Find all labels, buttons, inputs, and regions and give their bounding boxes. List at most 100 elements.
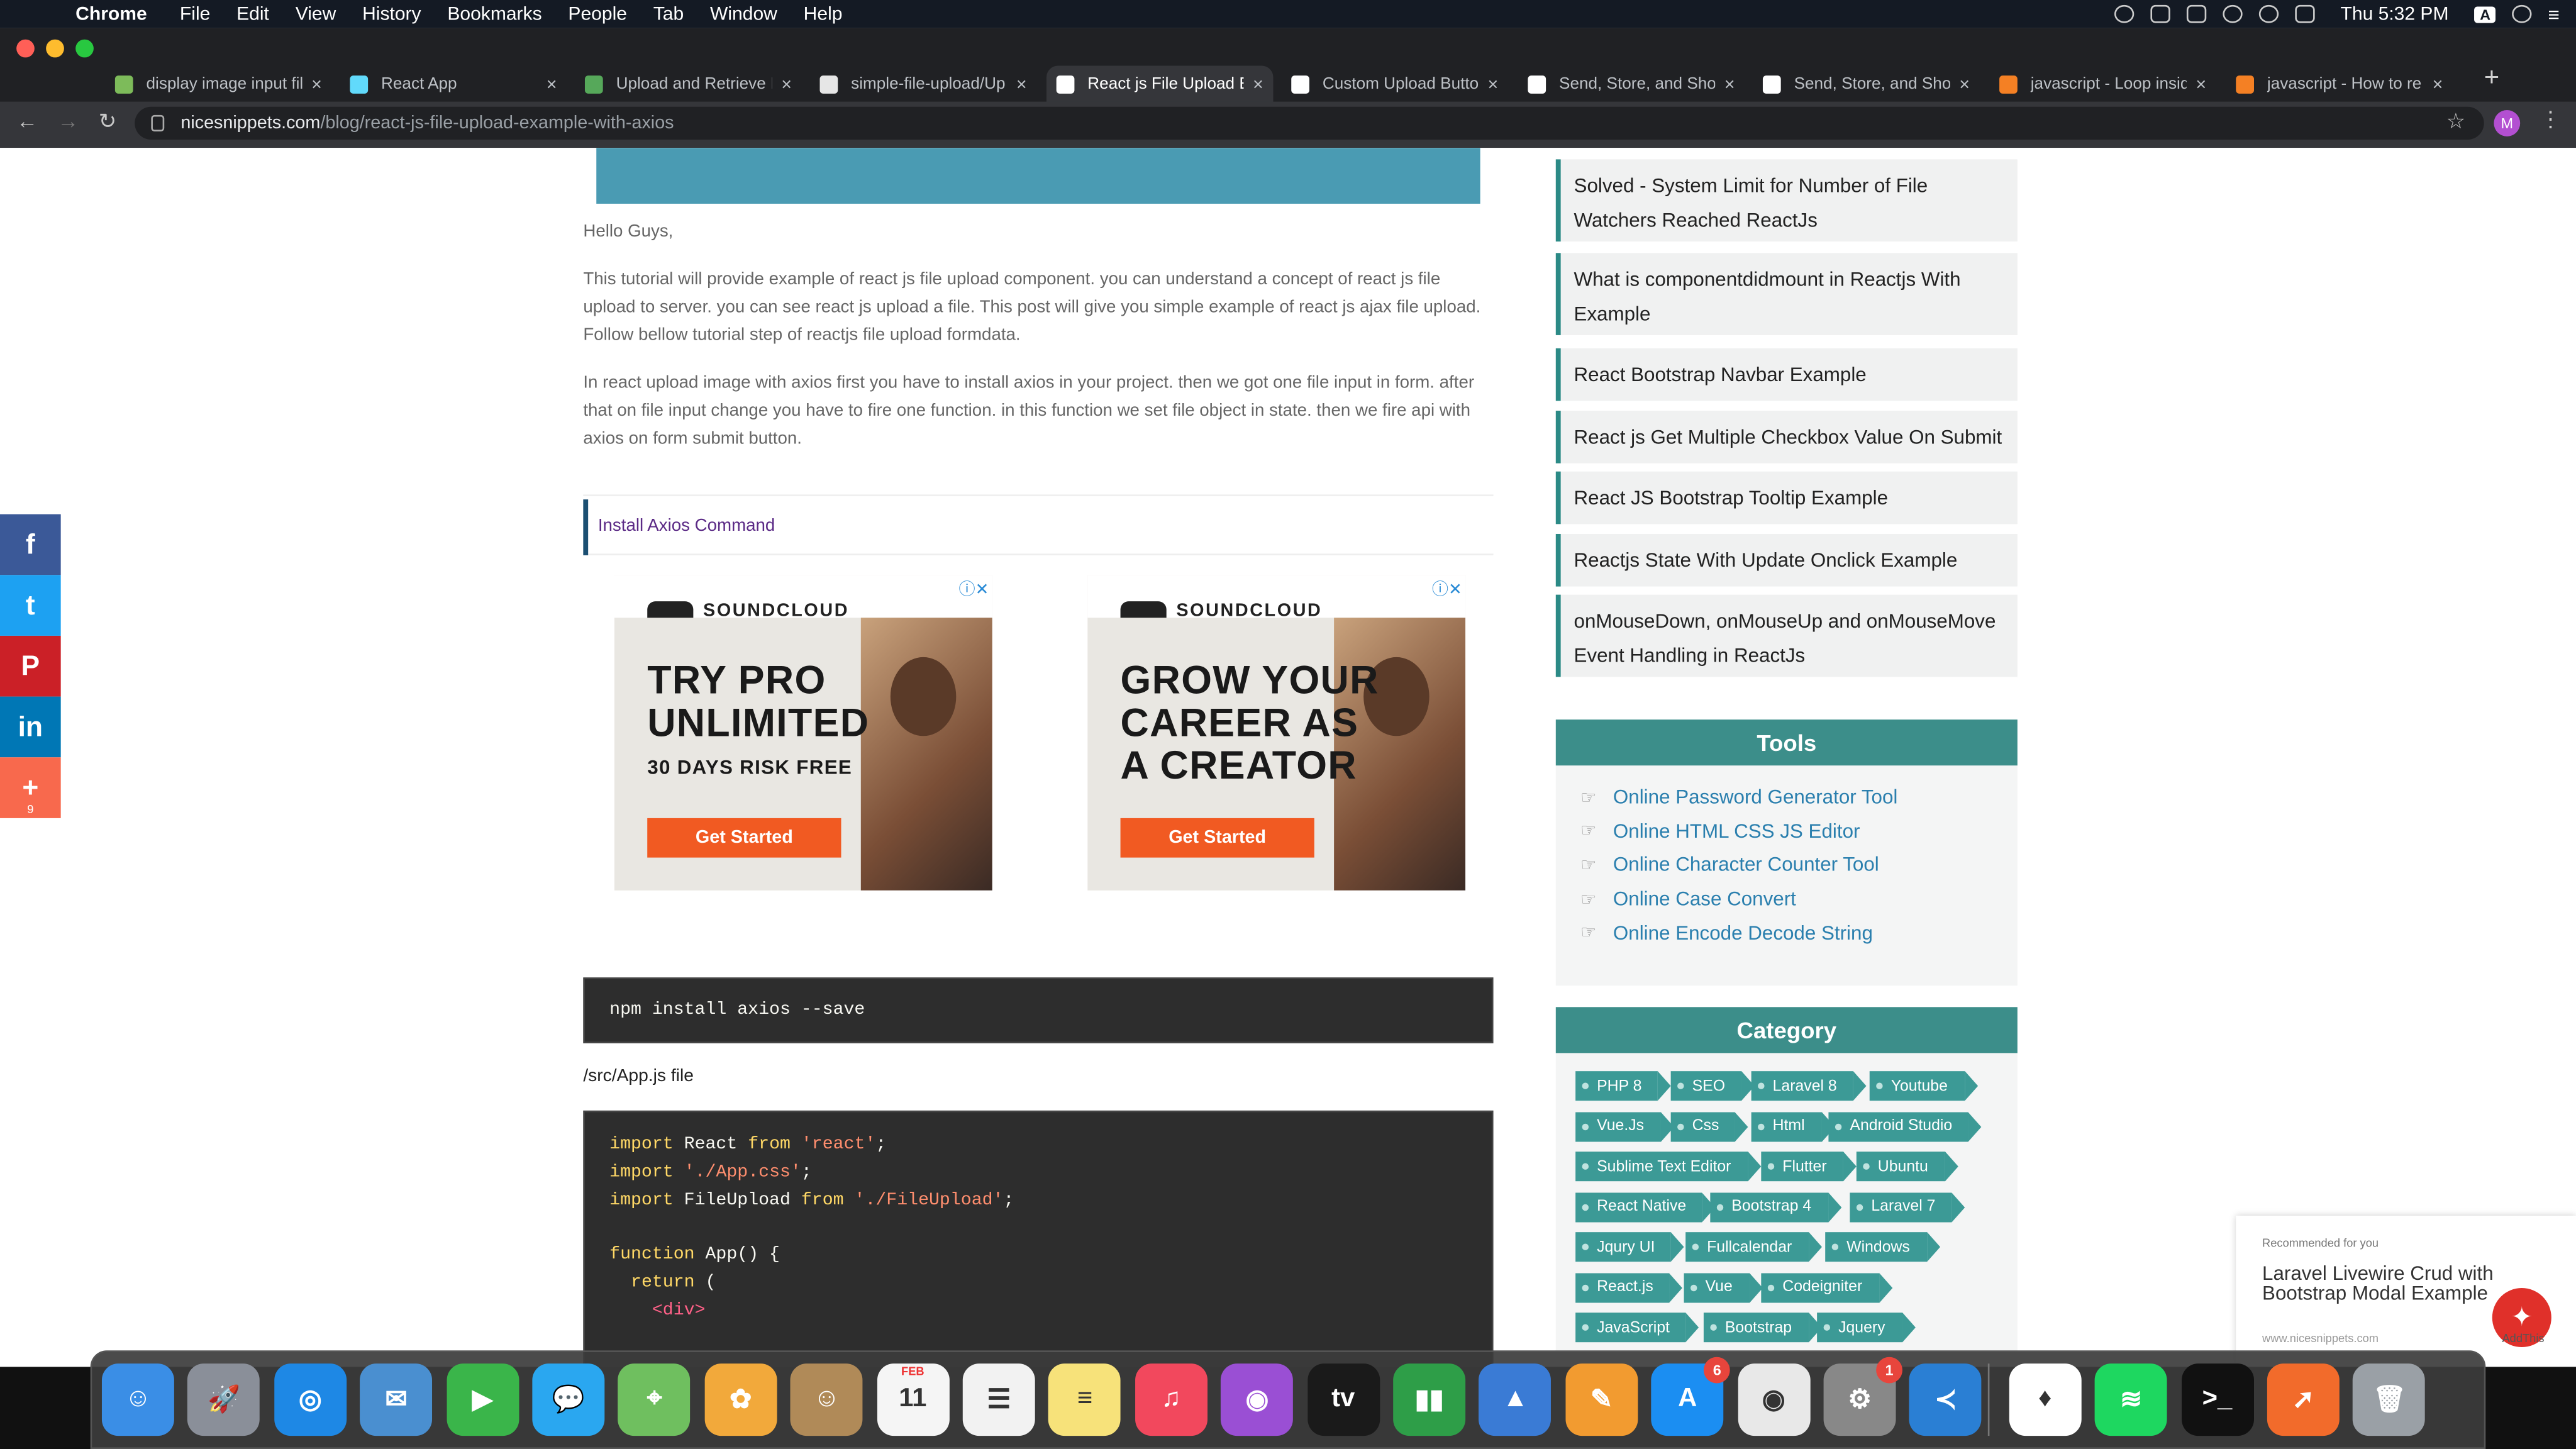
category-tag[interactable]: Flutter [1761,1152,1857,1182]
app-store-icon[interactable]: A6 [1651,1357,1731,1436]
screen-share-icon[interactable] [2185,4,2206,23]
back-arrow-icon[interactable]: ← [16,108,38,133]
category-tag[interactable]: Bootstrap [1703,1313,1821,1343]
volume-icon[interactable] [2294,4,2314,23]
close-tab-icon[interactable]: × [1724,75,1735,94]
category-tag[interactable]: Sublime Text Editor [1575,1152,1760,1182]
category-tag[interactable]: Ubuntu [1856,1152,1957,1182]
close-tab-icon[interactable]: × [547,75,557,94]
soundcloud-ad[interactable]: SOUNDCLOUD GROW YOUR CAREER AS A CREATOR G… [1087,575,1466,891]
soundcloud-ad[interactable]: SOUNDCLOUD TRY PRO UNLIMITED 30 DAYS RISK … [614,575,992,891]
tool-link[interactable]: ☞ Online Password Generator Tool [1580,786,1897,809]
category-tag[interactable]: Android Studio [1828,1111,1983,1141]
browser-tab[interactable]: React js File Upload E × [1046,65,1274,104]
preview-icon[interactable]: ✉ [360,1363,433,1436]
vpn-icon[interactable] [2150,4,2170,23]
browser-tab[interactable]: javascript - Loop insid × [1989,65,2216,103]
category-tag[interactable]: SEO [1670,1071,1755,1101]
category-tag[interactable]: JavaScript [1575,1313,1701,1343]
system-preferences-icon[interactable]: ⚙ 1 [1823,1357,1902,1436]
category-tag[interactable]: Vue.Js [1575,1111,1674,1141]
launchpad-icon[interactable]: 🚀 [187,1363,260,1436]
related-post-link[interactable]: React js Get Multiple Checkbox Value On … [1555,411,2018,464]
related-post-link[interactable]: What is componentdidmount in Reactjs Wit… [1555,253,2018,335]
related-post-link[interactable]: React Bootstrap Navbar Example [1555,348,2018,401]
adchoices-close-icon[interactable]: ⓘ✕ [1432,575,1462,600]
browser-tab[interactable]: simple-file-upload/Up × [810,65,1036,103]
facetime-icon[interactable]: ▶ [446,1363,519,1436]
reminders-icon[interactable]: ☰ [962,1363,1035,1436]
menu-help[interactable]: Help [791,4,856,24]
close-tab-icon[interactable]: × [1016,75,1027,94]
browser-tab[interactable]: Send, Store, and Show × [1518,65,1745,103]
maps-icon[interactable]: ⌖ [618,1363,691,1436]
messages-icon[interactable]: 💬 [532,1363,605,1436]
trash-icon[interactable]: 🗑 [2353,1363,2426,1436]
category-tag[interactable]: Jquery [1817,1313,1914,1343]
profile-avatar[interactable]: M [2494,110,2521,136]
finder-icon[interactable]: ☺ [101,1363,174,1436]
category-tag[interactable]: Windows [1825,1232,1939,1262]
recommended-widget[interactable]: Recommended for you Laravel Livewire Cru… [2236,1216,2576,1367]
minimize-window-button[interactable] [46,39,64,58]
spotlight-search-icon[interactable] [2512,4,2532,23]
close-tab-icon[interactable]: × [311,75,322,94]
close-window-button[interactable] [16,39,35,58]
category-tag[interactable]: Laravel 8 [1751,1071,1867,1101]
close-tab-icon[interactable]: × [2196,75,2206,94]
browser-tab[interactable]: javascript - How to re × [2226,65,2453,103]
chrome-menu-icon[interactable]: ⋮ [2540,107,2562,133]
close-tab-icon[interactable]: × [781,75,792,94]
menu-history[interactable]: History [349,4,434,24]
podcasts-icon[interactable]: ◉ [1221,1363,1294,1436]
music-icon[interactable]: ♫ [1135,1363,1208,1436]
adchoices-close-icon[interactable]: ⓘ✕ [959,575,989,600]
bookmark-star-icon[interactable]: ☆ [2446,108,2465,135]
numbers-icon[interactable]: ▮▮ [1393,1363,1466,1436]
menu-window[interactable]: Window [697,4,791,24]
lock-icon[interactable] [151,114,165,131]
category-tag[interactable]: PHP 8 [1575,1071,1672,1101]
tool-link[interactable]: ☞ Online Character Counter Tool [1580,853,1879,877]
ad-cta-button[interactable]: Get Started [647,818,841,858]
calendar-icon[interactable]: 11 FEB [876,1363,949,1436]
linkedin-share-button[interactable]: in [0,696,61,758]
tool-link[interactable]: ☞ Online HTML CSS JS Editor [1580,819,1860,843]
menu-bookmarks[interactable]: Bookmarks [434,4,555,24]
wifi-icon[interactable] [2258,4,2279,23]
category-tag[interactable]: Jqury UI [1575,1232,1685,1262]
category-tag[interactable]: React.js [1575,1272,1684,1302]
menu-view[interactable]: View [282,4,349,24]
category-tag[interactable]: Laravel 7 [1850,1192,1965,1222]
menubar-clock[interactable]: Thu 5:32 PM [2341,4,2449,24]
browser-tab[interactable]: Upload and Retrieve Ir × [575,65,801,103]
forward-arrow-icon[interactable]: → [57,108,79,133]
browser-tab[interactable]: React App × [340,65,567,103]
pages-icon[interactable]: ✎ [1565,1363,1638,1436]
maximize-window-button[interactable] [75,39,94,58]
category-tag[interactable]: Youtube [1869,1071,1977,1101]
related-post-link[interactable]: Reactjs State With Update Onclick Exampl… [1555,533,2018,587]
browser-tab[interactable]: display image input fil × [105,65,331,103]
category-tag[interactable]: React Native [1575,1192,1717,1222]
related-post-link[interactable]: Solved - System Limit for Number of File… [1555,159,2018,242]
mongodb-compass-icon[interactable]: ♦ [2009,1363,2082,1436]
terminal-icon[interactable]: >_ [2181,1363,2253,1436]
close-tab-icon[interactable]: × [1253,75,1263,94]
category-tag[interactable]: Codeigniter [1761,1272,1892,1302]
close-tab-icon[interactable]: × [1959,75,1970,94]
keynote-icon[interactable]: ▲ [1479,1363,1552,1436]
control-center-icon[interactable]: ≡ [2548,3,2560,26]
category-tag[interactable]: Bootstrap 4 [1710,1192,1841,1222]
category-tag[interactable]: Vue [1684,1272,1762,1302]
browser-tab[interactable]: Send, Store, and Show × [1753,65,1979,103]
menu-app-name[interactable]: Chrome [62,4,160,24]
ad-cta-button[interactable]: Get Started [1120,818,1314,858]
spotify-icon[interactable]: ≋ [2095,1363,2168,1436]
browser-tab[interactable]: Custom Upload Butto × [1282,65,1508,103]
more-share-button[interactable]: +9 [0,757,61,818]
new-tab-button[interactable]: + [2484,64,2499,94]
tool-link[interactable]: ☞ Online Case Convert [1580,887,1796,911]
postman-icon[interactable]: ➚ [2267,1363,2340,1436]
photos-icon[interactable]: ✿ [704,1363,777,1436]
